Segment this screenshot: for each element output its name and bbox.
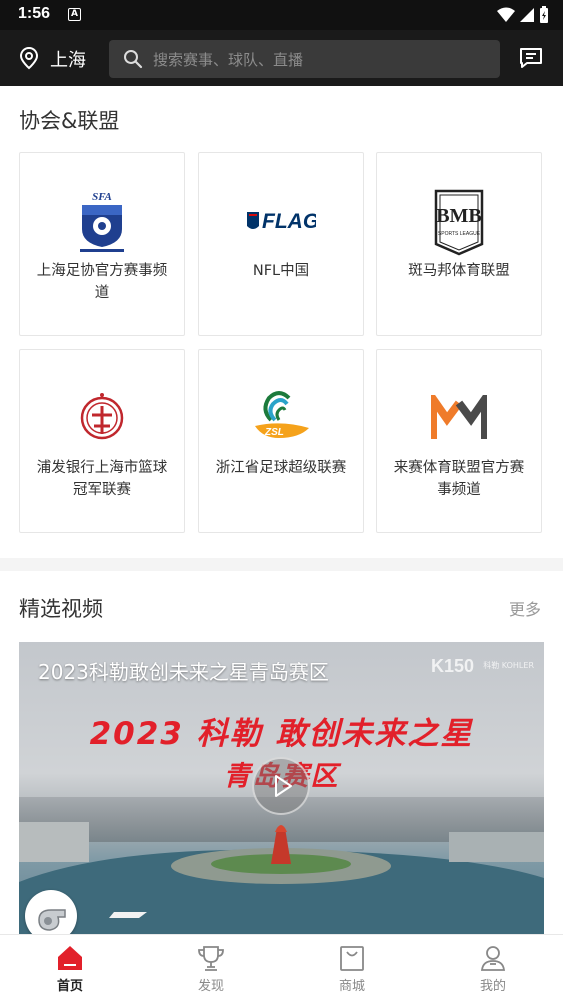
svg-text:FLAG: FLAG [262,210,316,233]
search-placeholder: 搜索赛事、球队、直播 [153,51,304,69]
whistle-icon [38,909,66,931]
association-card-bmb[interactable]: BMB SPORTS LEAGUE 斑马邦体育联盟 [376,152,542,336]
nav-item-profile[interactable]: 我的 [423,935,563,1002]
section-divider [0,558,563,571]
association-card-nfl[interactable]: FLAG NFL中国 [198,152,364,336]
association-card-sfa[interactable]: SFA 上海足协官方赛事频道 [19,152,185,336]
association-card-spd-basketball[interactable]: 浦发银行上海市篮球冠军联赛 [19,349,185,533]
shop-bag-icon [340,946,364,971]
svg-text:SPORTS LEAGUE: SPORTS LEAGUE [438,231,481,237]
nfl-flag-logo: FLAG [241,189,321,253]
play-button[interactable] [252,757,310,815]
location-pin-icon[interactable] [18,46,40,70]
section-title-associations: 协会&联盟 [19,109,120,133]
nav-item-discover[interactable]: 发现 [141,935,281,1002]
featured-video[interactable]: 2023科勒敢创未来之星青岛赛区 K150 科勒 KOHLER 2023 科勒 … [19,642,544,934]
association-label: 浙江省足球超级联赛 [215,460,347,476]
video-brand: K150 [430,656,474,676]
nav-item-shop[interactable]: 商城 [282,935,422,1002]
video-brand-sub: 科勒 KOHLER [483,661,534,670]
nav-label-profile: 我的 [479,979,506,994]
city-selector[interactable]: 上海 [50,46,86,72]
nav-label-discover: 发现 [197,979,224,994]
zsl-logo: ZSL [241,386,321,450]
battery-icon [540,6,548,23]
spd-basketball-logo [62,386,142,450]
association-card-zsl[interactable]: ZSL 浙江省足球超级联赛 [198,349,364,533]
association-label: 来赛体育联盟官方赛事频道 [393,460,525,498]
signal-icon [520,8,534,22]
whistle-avatar[interactable] [25,890,77,934]
association-card-laisai[interactable]: 来赛体育联盟官方赛事频道 [376,349,542,533]
svg-text:BMB: BMB [436,205,482,227]
wifi-icon [497,7,515,22]
home-icon [58,946,82,970]
search-input[interactable]: 搜索赛事、球队、直播 [109,40,500,78]
nav-item-home[interactable]: 首页 [0,935,140,1002]
video-title: 2023科勒敢创未来之星青岛赛区 [38,660,329,684]
message-icon[interactable] [518,46,544,70]
status-time: 1:56 [18,5,51,22]
person-icon [480,946,506,971]
association-label: 浦发银行上海市篮球冠军联赛 [36,460,168,498]
sfa-logo: SFA [62,189,142,253]
more-videos-link[interactable]: 更多 [509,596,541,620]
play-icon [275,775,292,797]
bmb-logo: BMB SPORTS LEAGUE [419,187,499,257]
svg-text:ZSL: ZSL [264,427,284,438]
svg-text:SFA: SFA [92,191,112,203]
nav-label-shop: 商城 [338,979,365,994]
video-headline: 2023 科勒 敢创未来之星 [89,716,474,752]
search-icon [124,50,143,69]
laisai-logo [419,386,499,450]
bottom-nav: 首页 发现 商城 我的 [0,934,563,1002]
status-icons [497,6,549,24]
trophy-icon [198,946,224,971]
section-title-videos: 精选视频 [19,597,103,621]
association-label: 上海足协官方赛事频道 [36,263,168,301]
association-label: NFL中国 [252,263,310,279]
association-label: 斑马邦体育联盟 [408,263,510,279]
top-bar: 上海 搜索赛事、球队、直播 [0,30,563,86]
status-bar: 1:56 A [0,0,563,30]
notification-icon: A [68,8,81,21]
nav-label-home: 首页 [56,979,83,994]
